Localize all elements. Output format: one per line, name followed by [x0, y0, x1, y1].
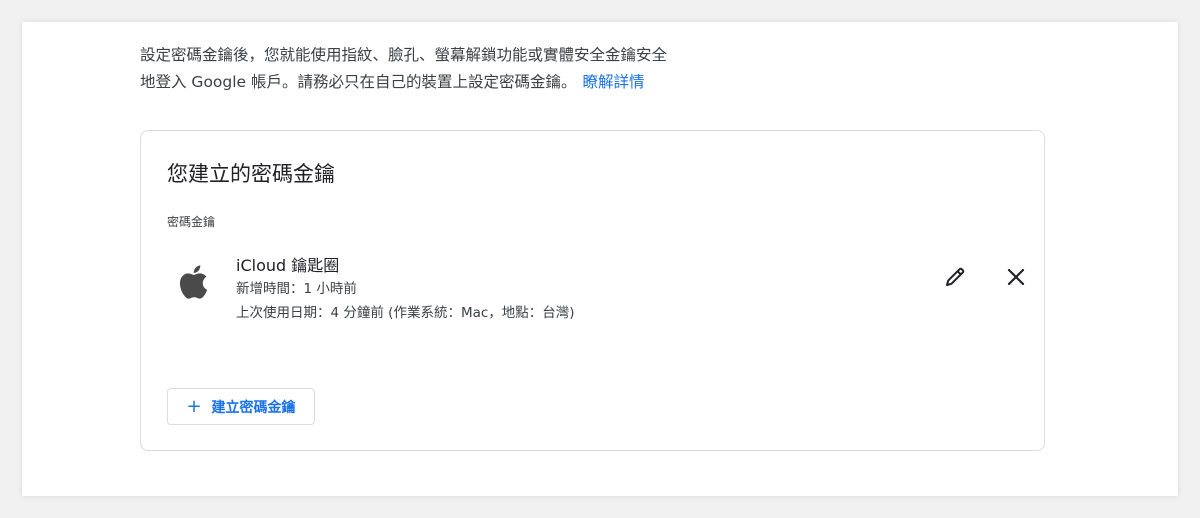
- page-container: 設定密碼金鑰後，您就能使用指紋、臉孔、螢幕解鎖功能或實體安全金鑰安全 地登入 G…: [22, 22, 1178, 496]
- plus-icon: +: [186, 395, 202, 417]
- edit-passkey-button[interactable]: [940, 264, 970, 294]
- delete-passkey-button[interactable]: [1001, 264, 1031, 294]
- passkey-created: 新增時間：1 小時前: [236, 281, 357, 297]
- passkey-details: iCloud 鑰匙圈 新增時間：1 小時前 上次使用日期：4 分鐘前 (作業系統…: [236, 255, 575, 325]
- passkey-name: iCloud 鑰匙圈: [236, 256, 340, 275]
- passkey-item: iCloud 鑰匙圈 新增時間：1 小時前 上次使用日期：4 分鐘前 (作業系統…: [167, 255, 1025, 335]
- pencil-icon: [943, 265, 967, 293]
- apple-icon: [175, 263, 209, 301]
- intro-line-1: 設定密碼金鑰後，您就能使用指紋、臉孔、螢幕解鎖功能或實體安全金鑰安全: [140, 46, 668, 64]
- intro-line-2-text: 地登入 Google 帳戶。請務必只在自己的裝置上設定密碼金鑰。: [140, 73, 577, 91]
- passkey-last-used: 上次使用日期：4 分鐘前 (作業系統：Mac，地點：台灣): [236, 305, 575, 321]
- section-label: 密碼金鑰: [167, 215, 216, 229]
- passkeys-card: 您建立的密碼金鑰 密碼金鑰 iCloud 鑰匙圈 新增時間：1 小時前 上次使用…: [140, 130, 1045, 451]
- close-icon: [1005, 266, 1027, 292]
- card-title: 您建立的密碼金鑰: [167, 162, 335, 186]
- intro-text: 設定密碼金鑰後，您就能使用指紋、臉孔、螢幕解鎖功能或實體安全金鑰安全 地登入 G…: [140, 42, 780, 96]
- create-passkey-button[interactable]: + 建立密碼金鑰: [167, 388, 315, 425]
- create-passkey-label: 建立密碼金鑰: [211, 399, 296, 416]
- learn-more-link[interactable]: 瞭解詳情: [583, 73, 645, 91]
- intro-line-2: 地登入 Google 帳戶。請務必只在自己的裝置上設定密碼金鑰。 瞭解詳情: [140, 69, 780, 96]
